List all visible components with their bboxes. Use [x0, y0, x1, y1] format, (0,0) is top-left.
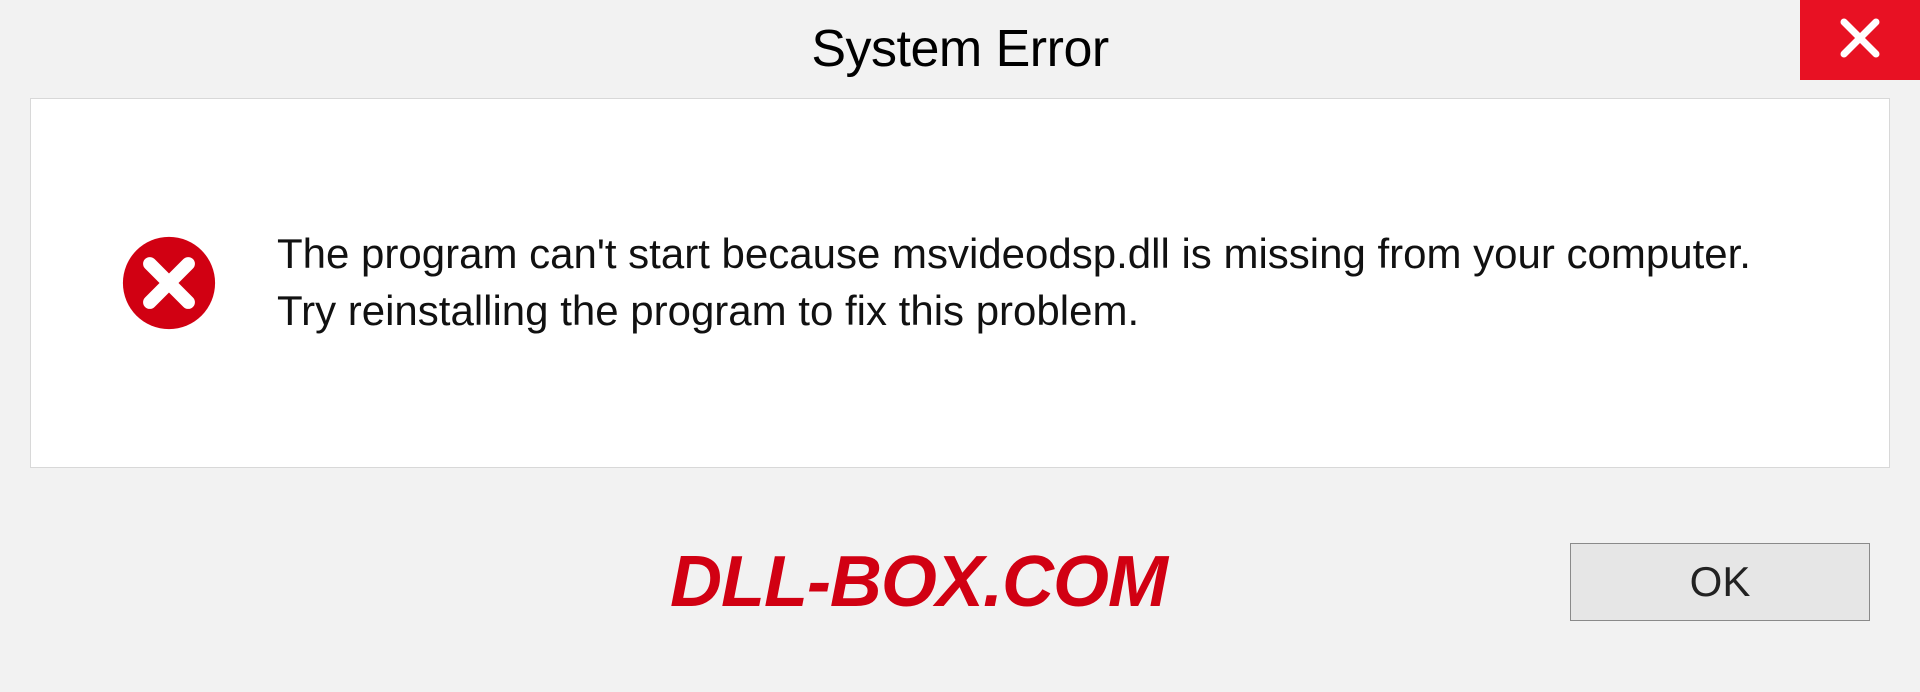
error-icon — [121, 235, 217, 331]
footer: DLL-BOX.COM OK — [0, 492, 1920, 692]
close-button[interactable] — [1800, 0, 1920, 80]
titlebar: System Error — [0, 0, 1920, 98]
error-message: The program can't start because msvideod… — [277, 226, 1777, 339]
close-icon — [1838, 16, 1882, 65]
watermark-text: DLL-BOX.COM — [670, 541, 1167, 623]
ok-button[interactable]: OK — [1570, 543, 1870, 621]
dialog-title: System Error — [811, 19, 1108, 79]
content-panel: The program can't start because msvideod… — [30, 98, 1890, 468]
